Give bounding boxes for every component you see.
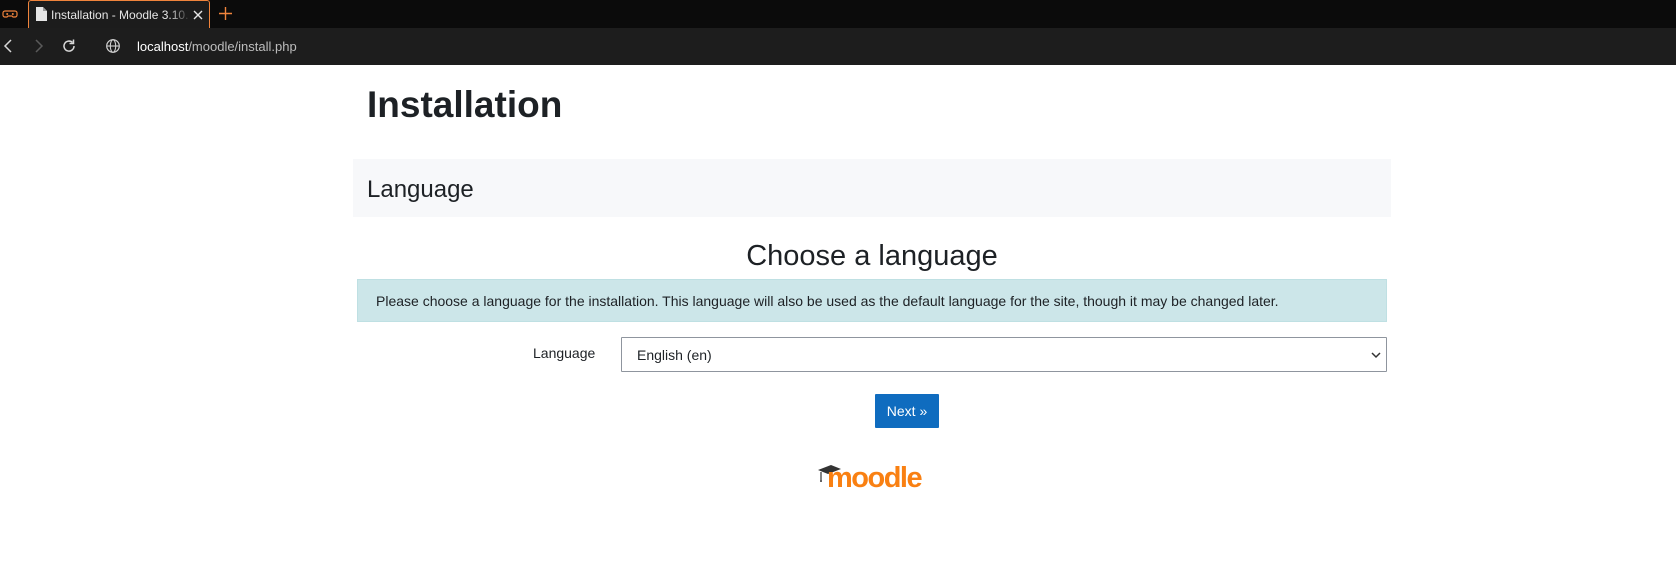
next-button[interactable]: Next »	[875, 394, 939, 428]
forward-arrow-icon[interactable]	[29, 37, 47, 55]
chevron-down-icon	[1371, 352, 1381, 359]
browser-tab-bar: Installation - Moodle 3.10.1	[0, 0, 1676, 28]
browser-tab-active[interactable]: Installation - Moodle 3.10.1	[28, 0, 210, 28]
address-field[interactable]: localhost/moodle/install.php	[137, 38, 297, 56]
section-title: Language	[367, 176, 474, 203]
language-label: Language	[533, 345, 596, 361]
plus-icon[interactable]	[217, 5, 234, 22]
close-icon[interactable]	[190, 7, 206, 23]
tab-title-fade	[169, 5, 191, 25]
reload-icon[interactable]	[60, 37, 78, 55]
language-select[interactable]: English (en)	[621, 337, 1387, 372]
language-selected-value: English (en)	[637, 347, 712, 363]
section-header: Language	[353, 159, 1391, 217]
url-host: localhost	[137, 39, 189, 54]
page-icon	[36, 7, 47, 21]
page-title: Installation	[367, 84, 563, 125]
info-text: Please choose a language for the install…	[376, 293, 1279, 309]
browser-address-bar: localhost/moodle/install.php	[0, 28, 1676, 65]
info-alert: Please choose a language for the install…	[357, 279, 1387, 322]
svg-text:moodle: moodle	[827, 462, 922, 492]
gamepad-icon[interactable]	[2, 6, 18, 22]
choose-language-heading: Choose a language	[746, 240, 998, 272]
back-arrow-icon[interactable]	[0, 37, 18, 55]
globe-icon[interactable]	[105, 38, 121, 54]
url-path: /moodle/install.php	[188, 39, 297, 54]
moodle-logo[interactable]: moodle	[817, 458, 927, 492]
